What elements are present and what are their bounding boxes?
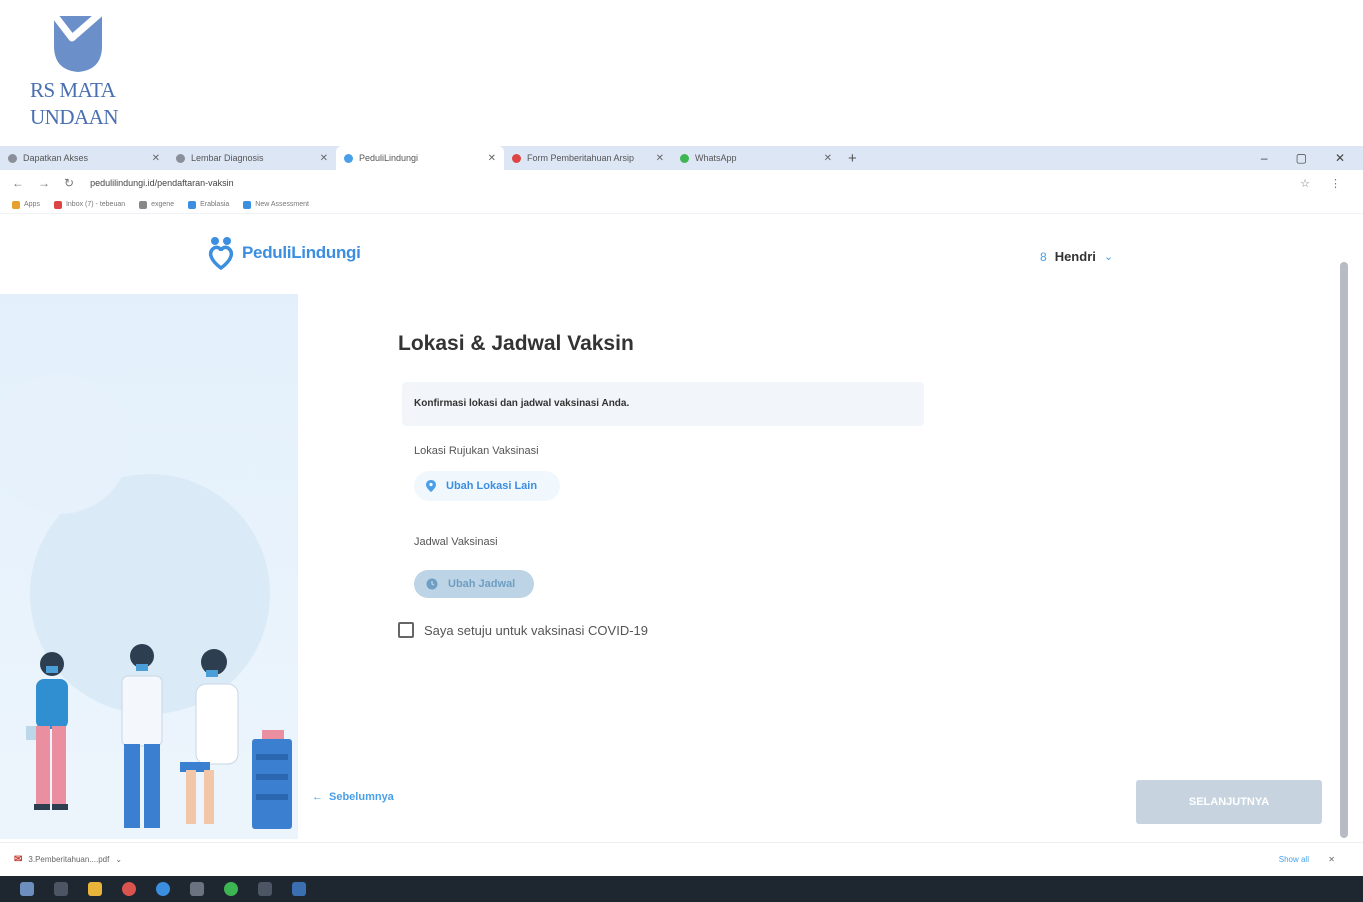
windows-start-icon[interactable] xyxy=(20,882,34,896)
tab-favicon-icon xyxy=(680,153,689,163)
app-icon[interactable] xyxy=(292,882,306,896)
bookmark-label: Inbox (7) - tebeuan xyxy=(65,201,126,208)
whatsapp-icon[interactable] xyxy=(224,882,238,896)
minimize-icon[interactable]: – xyxy=(1261,151,1268,165)
browser-tab-bar: Dapatkan Akses ✕ Lembar Diagnosis ✕ Pedu… xyxy=(0,146,1363,170)
chevron-down-icon: ⌄ xyxy=(1103,251,1114,263)
forward-icon[interactable]: → xyxy=(38,176,50,190)
tab-close-icon[interactable]: ✕ xyxy=(656,153,664,164)
pdf-file-icon: ✉ xyxy=(14,854,23,865)
illustration-art xyxy=(0,374,292,829)
close-download-bar-icon[interactable]: ✕ xyxy=(1328,855,1335,864)
user-name: Hendri xyxy=(1054,249,1096,264)
tab-label: Dapatkan Akses xyxy=(23,153,89,163)
address-actions: ☆ ⋮ xyxy=(1300,177,1341,190)
globe-icon xyxy=(139,200,148,209)
brand-logo[interactable]: PeduliLindungi xyxy=(206,236,361,270)
show-all-downloads-link[interactable]: Show all xyxy=(1279,855,1309,864)
tab-label: WhatsApp xyxy=(695,153,737,163)
info-banner: Konfirmasi lokasi dan jadwal vaksinasi A… xyxy=(402,382,924,426)
bookmark-label: Apps xyxy=(24,201,40,208)
tab-4[interactable]: WhatsApp ✕ xyxy=(672,146,840,170)
search-icon[interactable] xyxy=(54,882,68,896)
download-item[interactable]: ✉ 3.Pemberitahuan....pdf ⌄ xyxy=(14,854,122,865)
tab-favicon-icon xyxy=(344,153,353,163)
page-scrollbar[interactable] xyxy=(1340,262,1348,838)
tab-label: PeduliLindungi xyxy=(359,153,419,163)
vaccination-illustration xyxy=(0,294,298,839)
hospital-name-line2: UNDAAN xyxy=(30,105,119,129)
schedule-label: Jadwal Vaksinasi xyxy=(414,536,498,548)
chrome-icon[interactable] xyxy=(122,882,136,896)
tab-label: Form Pemberitahuan Arsip xyxy=(527,153,635,163)
tab-1[interactable]: Lembar Diagnosis ✕ xyxy=(168,146,336,170)
bookmark-item[interactable]: Erablasia xyxy=(188,200,230,209)
tab-close-icon[interactable]: ✕ xyxy=(320,153,328,164)
tab-label: Lembar Diagnosis xyxy=(191,153,264,163)
close-window-icon[interactable]: ✕ xyxy=(1335,151,1345,165)
page-title: Lokasi & Jadwal Vaksin xyxy=(398,332,634,355)
change-schedule-button[interactable]: Ubah Jadwal xyxy=(414,570,534,598)
user-icon: 8 xyxy=(1040,249,1047,264)
hospital-name-line1: RS MATA xyxy=(30,78,116,102)
gmail-icon xyxy=(53,200,62,209)
consent-checkbox[interactable] xyxy=(398,622,414,638)
window-controls: – ▢ ✕ xyxy=(1261,146,1345,170)
change-location-label: Ubah Lokasi Lain xyxy=(446,480,538,492)
bookmark-item[interactable]: Inbox (7) - tebeuan xyxy=(53,200,126,209)
menu-icon[interactable]: ⋮ xyxy=(1330,177,1341,190)
tab-favicon-icon xyxy=(512,153,521,163)
hospital-logo: RS MATA UNDAAN xyxy=(30,8,140,128)
bookmark-label: Erablasia xyxy=(200,201,230,208)
maximize-icon[interactable]: ▢ xyxy=(1296,151,1307,165)
arrow-left-icon: ← xyxy=(312,791,323,803)
tab-favicon-icon xyxy=(176,153,185,163)
tab-close-icon[interactable]: ✕ xyxy=(488,153,496,164)
user-menu[interactable]: 8 Hendri ⌄ xyxy=(1040,249,1113,264)
file-explorer-icon[interactable] xyxy=(88,882,102,896)
shield-logo-icon xyxy=(50,8,106,72)
os-taskbar xyxy=(0,876,1363,902)
apps-icon xyxy=(12,200,20,209)
next-button[interactable]: SELANJUTNYA xyxy=(1136,780,1322,824)
map-pin-icon xyxy=(426,480,436,492)
back-icon[interactable]: ← xyxy=(12,176,24,190)
previous-button[interactable]: ← Sebelumnya xyxy=(312,791,394,803)
clock-icon xyxy=(426,578,438,590)
change-schedule-label: Ubah Jadwal xyxy=(448,578,516,590)
bookmarks-bar: Apps Inbox (7) - tebeuan exgene Erablasi… xyxy=(0,196,1363,214)
download-bar: ✉ 3.Pemberitahuan....pdf ⌄ Show all ✕ xyxy=(0,842,1363,876)
new-tab-button[interactable]: + xyxy=(840,150,865,167)
reload-icon[interactable]: ↻ xyxy=(64,176,74,190)
tab-favicon-icon xyxy=(8,153,17,163)
tab-3[interactable]: Form Pemberitahuan Arsip ✕ xyxy=(504,146,672,170)
edge-icon[interactable] xyxy=(156,882,170,896)
download-filename: 3.Pemberitahuan....pdf xyxy=(28,855,110,864)
location-label: Lokasi Rujukan Vaksinasi xyxy=(414,445,539,457)
previous-label: Sebelumnya xyxy=(329,791,394,803)
bookmark-label: exgene xyxy=(151,201,175,208)
app-icon[interactable] xyxy=(258,882,272,896)
consent-label: Saya setuju untuk vaksinasi COVID-19 xyxy=(424,622,648,638)
address-bar: ← → ↻ pedulilindungi.id/pendaftaran-vaks… xyxy=(0,170,1363,196)
bookmark-item[interactable]: exgene xyxy=(139,200,175,209)
folder-icon xyxy=(243,200,252,209)
brand-name: PeduliLindungi xyxy=(242,243,361,262)
url-field[interactable]: pedulilindungi.id/pendaftaran-vaksin xyxy=(90,178,234,188)
tab-close-icon[interactable]: ✕ xyxy=(824,153,832,164)
bookmark-item[interactable]: Apps xyxy=(12,200,40,209)
change-location-button[interactable]: Ubah Lokasi Lain xyxy=(414,471,560,501)
tab-close-icon[interactable]: ✕ xyxy=(152,153,160,164)
bookmark-star-icon[interactable]: ☆ xyxy=(1300,177,1310,190)
nav-buttons: ← → ↻ xyxy=(12,176,74,190)
site-icon xyxy=(188,200,197,209)
store-icon[interactable] xyxy=(190,882,204,896)
tab-0[interactable]: Dapatkan Akses ✕ xyxy=(0,146,168,170)
consent-checkbox-row[interactable]: Saya setuju untuk vaksinasi COVID-19 xyxy=(398,622,648,638)
tab-2[interactable]: PeduliLindungi ✕ xyxy=(336,146,504,170)
bookmark-item[interactable]: New Assessment xyxy=(243,200,309,209)
pedulilindungi-logo-icon xyxy=(208,237,234,270)
bookmark-label: New Assessment xyxy=(255,201,309,208)
chevron-down-icon[interactable]: ⌄ xyxy=(115,855,122,864)
